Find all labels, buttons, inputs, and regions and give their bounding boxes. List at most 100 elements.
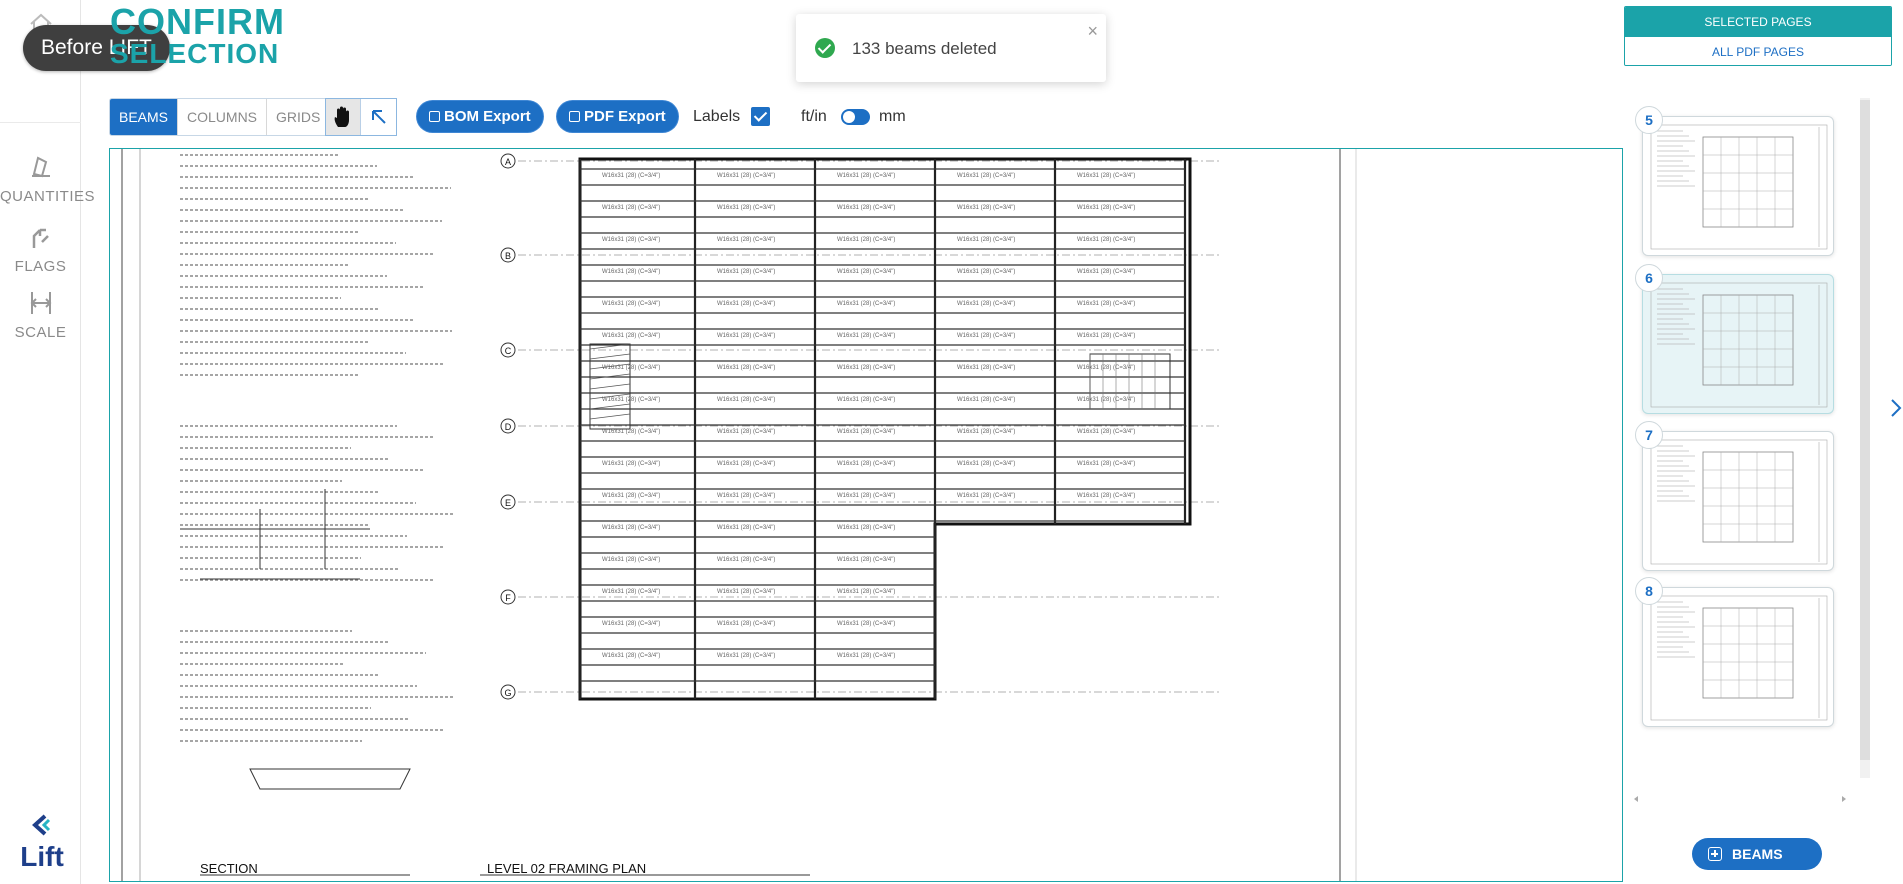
pan-tool-button[interactable]: [326, 99, 361, 135]
page-preview: [1650, 595, 1828, 721]
beam-label: W16x31 (28) (C=3/4"): [717, 589, 775, 595]
beam-label: W16x31 (28) (C=3/4"): [1077, 429, 1135, 435]
page-preview: [1650, 124, 1828, 250]
page-thumbnail-8[interactable]: [1642, 587, 1834, 727]
beam-label: W16x31 (28) (C=3/4"): [957, 237, 1015, 243]
page-number-badge: 8: [1635, 577, 1663, 605]
beam-label: W16x31 (28) (C=3/4"): [717, 557, 775, 563]
beam-label: W16x31 (28) (C=3/4"): [602, 397, 660, 403]
left-sidebar: QUANTITIES FLAGS SCALE Lift: [0, 0, 95, 884]
beam-label: W16x31 (28) (C=3/4"): [717, 429, 775, 435]
toast-close-icon[interactable]: ×: [1087, 22, 1098, 40]
beam-label: W16x31 (28) (C=3/4"): [1077, 301, 1135, 307]
beam-label: W16x31 (28) (C=3/4"): [602, 589, 660, 595]
beam-label: W16x31 (28) (C=3/4"): [602, 621, 660, 627]
thumbnails-horizontal-scrollbar[interactable]: [1632, 794, 1848, 804]
beam-label: W16x31 (28) (C=3/4"): [957, 365, 1015, 371]
tab-grids[interactable]: GRIDS: [267, 99, 329, 135]
page-scope-toggle: SELECTED PAGES ALL PDF PAGES: [1624, 6, 1892, 66]
select-tool-button[interactable]: [361, 99, 396, 135]
beams-add-button[interactable]: BEAMS: [1692, 838, 1822, 870]
page-title: CONFIRM SELECTION: [110, 1, 285, 70]
beam-label: W16x31 (28) (C=3/4"): [957, 205, 1015, 211]
beam-label: W16x31 (28) (C=3/4"): [1077, 365, 1135, 371]
labels-checkbox[interactable]: [751, 107, 770, 126]
deck-detail: [249, 768, 411, 790]
beam-label: W16x31 (28) (C=3/4"): [602, 333, 660, 339]
pointer-tools: [325, 98, 397, 136]
grid-bubble-label: E: [505, 498, 511, 508]
plan-caption: LEVEL 02 FRAMING PLAN: [487, 861, 647, 876]
selected-pages-button[interactable]: SELECTED PAGES: [1625, 7, 1891, 37]
beam-label: W16x31 (28) (C=3/4"): [1077, 493, 1135, 499]
unit-toggle[interactable]: [841, 109, 870, 125]
bom-export-button[interactable]: BOM Export: [417, 101, 543, 132]
beam-label: W16x31 (28) (C=3/4"): [837, 461, 895, 467]
add-square-icon: [1708, 847, 1722, 861]
expand-panel-icon[interactable]: [1890, 396, 1902, 420]
sidebar-item-scale[interactable]: SCALE: [0, 288, 81, 341]
page-thumbnail-7[interactable]: [1642, 431, 1834, 571]
beam-label: W16x31 (28) (C=3/4"): [717, 493, 775, 499]
tab-beams[interactable]: BEAMS: [110, 99, 179, 135]
drawing-viewer[interactable]: A B C D E F G W16x31 (28) (C=3/4") W16x31 (28) (…: [109, 148, 1623, 882]
page-number-badge: 6: [1635, 264, 1663, 292]
page-title-line2: SELECTION: [110, 38, 280, 69]
beam-label: W16x31 (28) (C=3/4"): [837, 301, 895, 307]
beam-label: W16x31 (28) (C=3/4"): [602, 301, 660, 307]
beam-label: W16x31 (28) (C=3/4"): [837, 205, 895, 211]
lift-logo-icon: [32, 814, 51, 836]
pdf-export-button[interactable]: PDF Export: [557, 101, 678, 132]
beam-label: W16x31 (28) (C=3/4"): [717, 525, 775, 531]
beam-label: W16x31 (28) (C=3/4"): [717, 461, 775, 467]
beam-label: W16x31 (28) (C=3/4"): [1077, 237, 1135, 243]
beam-label: W16x31 (28) (C=3/4"): [602, 205, 660, 211]
sidebar-divider: [0, 122, 81, 123]
scale-icon: [30, 292, 51, 314]
thumbnail-line: [1702, 451, 1794, 543]
beam-label: W16x31 (28) (C=3/4"): [957, 333, 1015, 339]
page-title-line1: CONFIRM: [110, 1, 285, 42]
sidebar-item-flags[interactable]: FLAGS: [0, 222, 81, 275]
scrollbar-thumb[interactable]: [1860, 100, 1870, 760]
beam-label: W16x31 (28) (C=3/4"): [837, 653, 895, 659]
beam-label: W16x31 (28) (C=3/4"): [1077, 205, 1135, 211]
beam-label: W16x31 (28) (C=3/4"): [957, 269, 1015, 275]
beam-label: W16x31 (28) (C=3/4"): [1077, 269, 1135, 275]
beam-label: W16x31 (28) (C=3/4"): [602, 461, 660, 467]
sidebar-item-label: FLAGS: [14, 258, 67, 275]
beam-label: W16x31 (28) (C=3/4"): [837, 493, 895, 499]
thumbnails-scrollbar[interactable]: [1856, 86, 1874, 798]
beam-label: W16x31 (28) (C=3/4"): [602, 525, 660, 531]
grid-bubble-label: B: [505, 251, 511, 261]
page-thumbnail-6[interactable]: [1642, 274, 1834, 414]
beam-label: W16x31 (28) (C=3/4"): [717, 621, 775, 627]
page-thumbnail-5[interactable]: [1642, 116, 1834, 256]
beam-label: W16x31 (28) (C=3/4"): [717, 365, 775, 371]
lift-logo-text: Lift: [20, 841, 64, 872]
app-root: QUANTITIES FLAGS SCALE Lift Before LIFT …: [0, 0, 1903, 884]
stair-tread: [589, 413, 631, 420]
flags-icon: [32, 228, 49, 248]
beam-label: W16x31 (28) (C=3/4"): [602, 173, 660, 179]
bom-export-label: BOM Export: [444, 108, 531, 125]
sidebar-item-label: QUANTITIES: [0, 188, 96, 205]
sidebar-item-label: SCALE: [14, 324, 67, 341]
stair-tread: [589, 353, 631, 360]
beam-label: W16x31 (28) (C=3/4"): [837, 589, 895, 595]
grid-bubble-label: G: [504, 688, 511, 698]
sidebar-item-quantities[interactable]: QUANTITIES: [0, 152, 95, 205]
beam-label: W16x31 (28) (C=3/4"): [957, 301, 1015, 307]
tab-columns[interactable]: COLUMNS: [178, 99, 268, 135]
checkbox-icon: [569, 111, 580, 122]
beam-label: W16x31 (28) (C=3/4"): [837, 237, 895, 243]
grid-bubble-label: C: [505, 346, 512, 356]
beam-label: W16x31 (28) (C=3/4"): [602, 493, 660, 499]
hand-icon: [334, 106, 349, 127]
pdf-export-label: PDF Export: [584, 108, 666, 125]
beam-label: W16x31 (28) (C=3/4"): [837, 333, 895, 339]
beam-label: W16x31 (28) (C=3/4"): [837, 429, 895, 435]
page-number-badge: 7: [1635, 421, 1663, 449]
all-pdf-pages-button[interactable]: ALL PDF PAGES: [1625, 37, 1891, 65]
beam-label: W16x31 (28) (C=3/4"): [602, 365, 660, 371]
